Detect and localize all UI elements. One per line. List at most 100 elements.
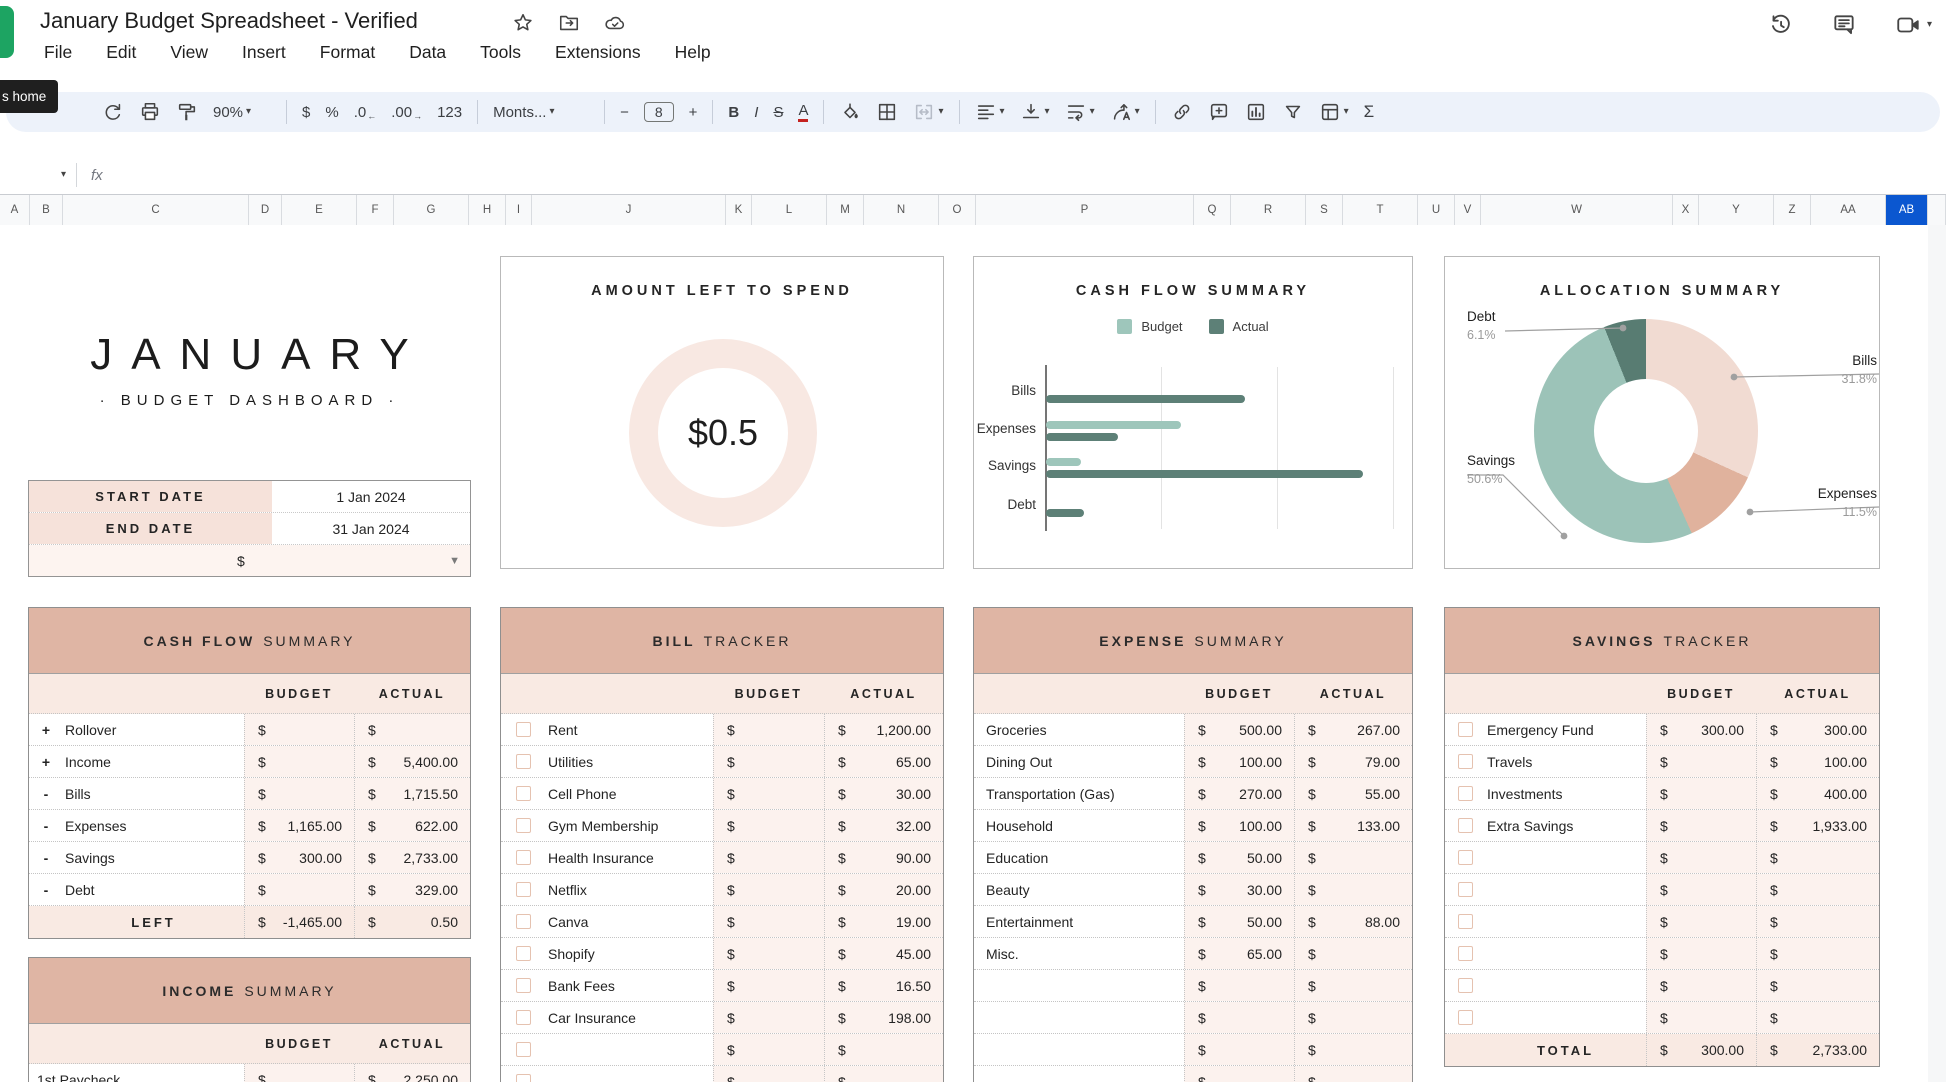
expenses-row[interactable]: $$ — [974, 970, 1412, 1002]
bills-row[interactable]: $$ — [501, 1066, 943, 1082]
currency-selector-row[interactable]: $ ▼ — [29, 545, 470, 576]
column-header-X[interactable]: X — [1673, 195, 1699, 225]
column-header-AB[interactable]: AB — [1886, 195, 1928, 225]
column-header-S[interactable]: S — [1306, 195, 1343, 225]
decrease-decimal-places-button[interactable]: .0← — [354, 103, 377, 121]
row-checkbox[interactable] — [1458, 914, 1473, 929]
actual-cell[interactable]: $ — [1756, 970, 1879, 1001]
actual-cell[interactable]: $79.00 — [1294, 746, 1412, 777]
actual-cell[interactable]: $400.00 — [1756, 778, 1879, 809]
expenses-row[interactable]: $$ — [974, 1066, 1412, 1082]
column-header-K[interactable]: K — [726, 195, 752, 225]
column-header-Z[interactable]: Z — [1774, 195, 1811, 225]
column-header-H[interactable]: H — [469, 195, 506, 225]
row-checkbox[interactable] — [516, 818, 531, 833]
text-color-button[interactable]: A — [798, 102, 808, 122]
budget-cell[interactable]: $50.00 — [1184, 842, 1294, 873]
budget-cell[interactable]: $ — [713, 810, 824, 841]
budget-cell[interactable]: $ — [713, 714, 824, 745]
actual-cell[interactable]: $ — [1294, 938, 1412, 969]
row-checkbox[interactable] — [1458, 850, 1473, 865]
cashflow-row[interactable]: +Income$$5,400.00 — [29, 746, 470, 778]
expenses-row[interactable]: Groceries$500.00$267.00 — [974, 714, 1412, 746]
row-checkbox[interactable] — [516, 914, 531, 929]
column-header-AA[interactable]: AA — [1811, 195, 1886, 225]
actual-cell[interactable]: $90.00 — [824, 842, 943, 873]
column-header-R[interactable]: R — [1231, 195, 1306, 225]
menu-help[interactable]: Help — [671, 40, 715, 65]
budget-cell[interactable]: $ — [244, 778, 354, 809]
actual-cell[interactable]: $198.00 — [824, 1002, 943, 1033]
column-header-L[interactable]: L — [752, 195, 827, 225]
actual-cell[interactable]: $ — [1756, 906, 1879, 937]
savings-row[interactable]: $$ — [1445, 874, 1879, 906]
budget-cell[interactable]: $ — [713, 970, 824, 1001]
expenses-row[interactable]: $$ — [974, 1034, 1412, 1066]
column-header-N[interactable]: N — [864, 195, 939, 225]
row-checkbox[interactable] — [516, 978, 531, 993]
actual-cell[interactable]: $45.00 — [824, 938, 943, 969]
expenses-row[interactable]: Misc.$65.00$ — [974, 938, 1412, 970]
budget-cell[interactable]: $ — [244, 746, 354, 777]
actual-cell[interactable]: $16.50 — [824, 970, 943, 1001]
actual-cell[interactable]: $20.00 — [824, 874, 943, 905]
actual-cell[interactable]: $ — [1294, 874, 1412, 905]
row-checkbox[interactable] — [1458, 818, 1473, 833]
actual-cell[interactable]: $ — [1294, 970, 1412, 1001]
star-icon[interactable] — [512, 12, 534, 34]
cashflow-row[interactable]: -Expenses$1,165.00$622.00 — [29, 810, 470, 842]
actual-cell[interactable]: $2,250.00 — [354, 1064, 470, 1082]
budget-cell[interactable]: $ — [244, 1064, 354, 1082]
savings-row[interactable]: $$ — [1445, 906, 1879, 938]
actual-cell[interactable]: $5,400.00 — [354, 746, 470, 777]
budget-cell[interactable]: $ — [713, 842, 824, 873]
column-header-A[interactable]: A — [0, 195, 30, 225]
row-checkbox[interactable] — [516, 722, 531, 737]
expenses-row[interactable]: Transportation (Gas)$270.00$55.00 — [974, 778, 1412, 810]
budget-cell[interactable]: $100.00 — [1184, 810, 1294, 841]
budget-cell[interactable]: $ — [1646, 778, 1756, 809]
actual-cell[interactable]: $329.00 — [354, 874, 470, 905]
start-date-value[interactable]: 1 Jan 2024 — [272, 481, 470, 512]
bills-row[interactable]: $$ — [501, 1034, 943, 1066]
actual-cell[interactable]: $ — [1294, 1034, 1412, 1065]
actual-cell[interactable]: $133.00 — [1294, 810, 1412, 841]
insert-chart-button[interactable] — [1245, 101, 1267, 123]
redo-button[interactable] — [102, 101, 124, 123]
actual-cell[interactable]: $ — [1756, 1002, 1879, 1033]
budget-cell[interactable]: $ — [713, 1066, 824, 1082]
menu-extensions[interactable]: Extensions — [551, 40, 645, 65]
menu-format[interactable]: Format — [316, 40, 379, 65]
sheets-home-logo[interactable] — [0, 6, 14, 58]
end-date-row[interactable]: END DATE 31 Jan 2024 — [29, 513, 470, 545]
menu-data[interactable]: Data — [405, 40, 450, 65]
currency-dropdown-icon[interactable]: ▼ — [449, 555, 460, 567]
actual-cell[interactable]: $1,200.00 — [824, 714, 943, 745]
start-date-row[interactable]: START DATE 1 Jan 2024 — [29, 481, 470, 513]
budget-cell[interactable]: $ — [713, 938, 824, 969]
savings-row[interactable]: $$ — [1445, 970, 1879, 1002]
budget-cell[interactable]: $ — [1646, 874, 1756, 905]
budget-cell[interactable]: $100.00 — [1184, 746, 1294, 777]
merge-cells-button[interactable]: ▾ — [913, 101, 943, 123]
budget-cell[interactable]: $65.00 — [1184, 938, 1294, 969]
savings-row[interactable]: Extra Savings$$1,933.00 — [1445, 810, 1879, 842]
actual-cell[interactable]: $2,733.00 — [354, 842, 470, 873]
actual-cell[interactable]: $ — [1756, 874, 1879, 905]
actual-cell[interactable]: $622.00 — [354, 810, 470, 841]
column-header-E[interactable]: E — [282, 195, 357, 225]
column-header-I[interactable]: I — [506, 195, 532, 225]
bills-row[interactable]: Utilities$$65.00 — [501, 746, 943, 778]
budget-cell[interactable]: $ — [713, 906, 824, 937]
budget-cell[interactable]: $ — [713, 1002, 824, 1033]
expenses-row[interactable]: Dining Out$100.00$79.00 — [974, 746, 1412, 778]
savings-row[interactable]: $$ — [1445, 1002, 1879, 1034]
bold-button[interactable]: B — [728, 104, 739, 121]
row-checkbox[interactable] — [516, 786, 531, 801]
budget-cell[interactable]: $50.00 — [1184, 906, 1294, 937]
row-checkbox[interactable] — [1458, 946, 1473, 961]
row-checkbox[interactable] — [1458, 786, 1473, 801]
budget-cell[interactable]: $ — [713, 778, 824, 809]
column-header-Y[interactable]: Y — [1699, 195, 1774, 225]
expenses-row[interactable]: Entertainment$50.00$88.00 — [974, 906, 1412, 938]
